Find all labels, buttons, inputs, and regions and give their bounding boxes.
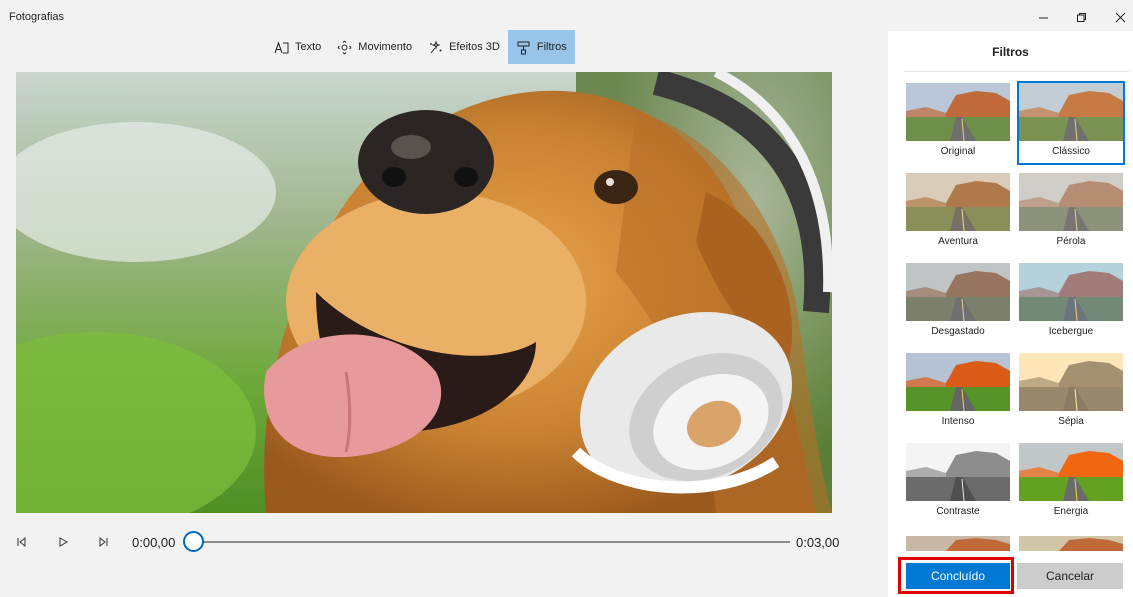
filter-tile[interactable]: Clássico [1017,81,1125,165]
done-button-highlight [898,557,1014,594]
filter-label: Sépia [1058,416,1084,427]
step-back-icon [17,536,26,548]
text-icon [274,40,289,53]
tool-motion-label: Movimento [358,41,413,53]
tool-3d-effects[interactable]: Efeitos 3D [420,30,508,64]
filter-label: Intenso [941,416,975,427]
photos-app-window: Fotografias Texto Movimento Efeitos 3D F… [0,0,1133,597]
filter-icon [517,41,530,54]
restore-icon [1076,12,1086,22]
previous-frame-button[interactable] [13,534,29,550]
effects-3d-icon [430,40,442,53]
step-forward-icon [99,536,108,548]
cancel-button[interactable]: Cancelar [1017,563,1123,589]
filter-label: Aventura [938,236,978,247]
timeline-scrubber[interactable] [183,531,204,552]
edit-toolbar: Texto Movimento Efeitos 3D Filtros [266,30,575,64]
filter-preview-thumbnail [1019,263,1123,321]
filter-preview-thumbnail [906,353,1010,411]
filter-label: Icebergue [1048,326,1094,337]
filter-label: Original [940,146,976,157]
filter-preview-thumbnail [1019,173,1123,231]
video-preview[interactable] [16,72,832,513]
title-bar: Fotografias [0,0,1133,32]
filter-preview-thumbnail [1019,83,1123,141]
tool-motion[interactable]: Movimento [329,30,420,64]
filter-tile[interactable]: Energia [1017,441,1125,525]
filter-label: Pérola [1056,236,1086,247]
filter-tile[interactable]: Sépia [1017,351,1125,435]
filter-tile[interactable]: Intenso [904,351,1012,435]
tool-filters[interactable]: Filtros [507,30,575,64]
filter-label: Contraste [936,506,980,517]
filter-label: Energia [1053,506,1089,517]
minimize-icon [1038,17,1048,18]
filter-preview-thumbnail [906,173,1010,231]
dog-with-headphones-image [16,72,832,513]
filter-preview-thumbnail [906,443,1010,501]
close-icon [1115,12,1125,22]
total-time: 0:03,00 [796,535,840,550]
filter-tile-partial[interactable] [906,536,1010,551]
playback-bar: 0:00,00 0:03,00 [0,530,880,554]
current-time: 0:00,00 [132,535,176,550]
filter-tile[interactable]: Aventura [904,171,1012,255]
filter-tile[interactable]: Pérola [1017,171,1125,255]
app-title: Fotografias [9,11,65,23]
filter-label: Desgastado [931,326,985,337]
restore-button[interactable] [1063,4,1099,30]
play-button[interactable] [55,534,71,550]
filter-preview-thumbnail [1019,443,1123,501]
tool-3d-effects-label: Efeitos 3D [449,41,500,53]
filter-tile[interactable]: Original [904,81,1012,165]
filters-grid: Original Clássico Aventura Pérola Desgastado… [888,81,1133,551]
filter-tile[interactable]: Desgastado [904,261,1012,345]
next-frame-button[interactable] [96,534,112,550]
filter-label: Clássico [1052,146,1090,157]
filter-preview-thumbnail [906,83,1010,141]
filter-tile-partial[interactable] [1019,536,1123,551]
minimize-button[interactable] [1025,4,1061,30]
tool-text-label: Texto [295,41,322,53]
play-icon [59,537,69,547]
tool-filters-label: Filtros [536,41,567,53]
filter-preview-thumbnail [1019,353,1123,411]
filter-tile[interactable]: Contraste [904,441,1012,525]
tool-text[interactable]: Texto [266,30,329,64]
filters-panel-title: Filtros [992,45,1029,59]
filter-preview-thumbnail [906,263,1010,321]
motion-icon [337,40,352,54]
timeline-track[interactable] [194,541,790,543]
close-button[interactable] [1102,4,1133,30]
filter-tile[interactable]: Icebergue [1017,261,1125,345]
divider [904,71,1129,72]
filters-panel: Filtros Original Clássico Aventura Pérola De… [888,31,1133,597]
